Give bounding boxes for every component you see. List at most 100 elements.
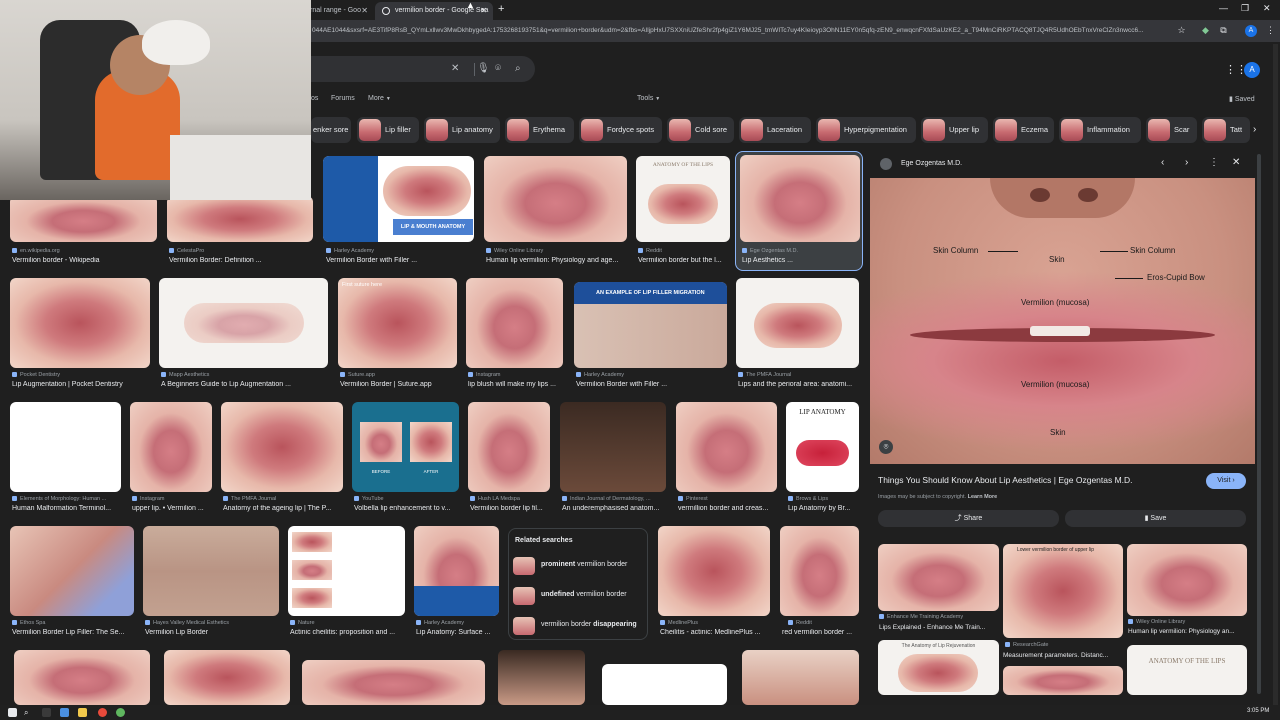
- tools-button[interactable]: Tools ▼: [637, 95, 660, 102]
- result-title[interactable]: Vermilion Border with Filler ...: [326, 257, 476, 264]
- previous-icon[interactable]: ‹: [1161, 157, 1164, 168]
- file-explorer-icon[interactable]: [78, 708, 87, 717]
- task-view-icon[interactable]: [42, 708, 51, 717]
- tab-close-icon[interactable]: ✕: [480, 2, 487, 20]
- result-image[interactable]: [10, 196, 157, 242]
- preview-image[interactable]: [870, 178, 1255, 464]
- panel-title[interactable]: Things You Should Know About Lip Aesthet…: [878, 475, 1178, 485]
- result-image[interactable]: LIP ANATOMY: [786, 402, 859, 492]
- chip-lip-filler[interactable]: Lip filler: [357, 117, 419, 143]
- related-item[interactable]: undefined vermilion border: [513, 587, 627, 605]
- result-title[interactable]: lip blush will make my lips ...: [468, 381, 563, 388]
- chip-eczema[interactable]: Eczema: [993, 117, 1054, 143]
- related-image[interactable]: [878, 544, 999, 611]
- close-window-icon[interactable]: ✕: [1263, 3, 1271, 14]
- result-image[interactable]: [10, 402, 121, 492]
- close-panel-icon[interactable]: ✕: [1232, 157, 1240, 168]
- saved-link[interactable]: ▮ Saved: [1229, 95, 1255, 103]
- chip-upper-lip[interactable]: Upper lip: [921, 117, 988, 143]
- result-title[interactable]: Vermilion border lip fil...: [470, 505, 550, 512]
- visit-button[interactable]: Visit ›: [1206, 473, 1246, 489]
- related-image[interactable]: ANATOMY OF THE LIPS: [1127, 645, 1247, 695]
- maximize-icon[interactable]: ❐: [1241, 3, 1249, 14]
- minimize-icon[interactable]: —: [1219, 3, 1228, 13]
- result-title[interactable]: Vermilion border - Wikipedia: [12, 257, 157, 264]
- chrome-icon[interactable]: [98, 708, 107, 717]
- chip-scar[interactable]: Scar: [1146, 117, 1197, 143]
- result-title[interactable]: Human lip vermilion: Physiology and age.…: [486, 257, 626, 264]
- panel-source[interactable]: Ege Ozgentas M.D.: [901, 160, 962, 167]
- related-item[interactable]: prominent vermilion border: [513, 557, 627, 575]
- new-tab-button[interactable]: +: [498, 3, 504, 15]
- result-title[interactable]: Cheilitis - actinic: MedlinePlus ...: [660, 629, 770, 636]
- result-image[interactable]: [14, 650, 150, 705]
- chevron-right-icon[interactable]: ›: [1253, 124, 1256, 135]
- result-image[interactable]: [10, 278, 150, 368]
- panel-scrollbar[interactable]: [1257, 154, 1261, 694]
- windows-start-icon[interactable]: [8, 708, 17, 717]
- share-button[interactable]: ⤴ Share: [878, 510, 1059, 527]
- result-title[interactable]: Lip Anatomy by Br...: [788, 505, 859, 512]
- result-image[interactable]: [498, 650, 585, 705]
- result-title[interactable]: Vermilion Border | Suture.app: [340, 381, 457, 388]
- search-input[interactable]: ✕ 🎙 ⌾ ⌕: [310, 56, 535, 82]
- result-image[interactable]: [167, 196, 313, 242]
- result-image[interactable]: [159, 278, 328, 368]
- result-image[interactable]: [10, 526, 134, 616]
- result-image[interactable]: ANATOMY OF THE LIPS: [636, 156, 730, 242]
- related-image[interactable]: [1127, 544, 1247, 616]
- chip-fordyce-spots[interactable]: Fordyce spots: [579, 117, 662, 143]
- result-image[interactable]: [602, 664, 727, 705]
- chip-cold-sore[interactable]: Cold sore: [667, 117, 734, 143]
- related-title[interactable]: Lips Explained - Enhance Me Train...: [879, 624, 999, 631]
- tab-close-icon[interactable]: ✕: [361, 2, 368, 20]
- result-image[interactable]: [288, 526, 405, 616]
- page-scrollbar[interactable]: [1273, 44, 1278, 705]
- result-image[interactable]: [780, 526, 859, 616]
- chip-inflammation[interactable]: Inflammation: [1059, 117, 1141, 143]
- save-button[interactable]: ▮ Save: [1065, 510, 1246, 527]
- result-image[interactable]: [468, 402, 550, 492]
- more-options-icon[interactable]: ⋮: [1209, 157, 1219, 168]
- app-icon[interactable]: [116, 708, 125, 717]
- result-image[interactable]: [164, 650, 290, 705]
- microphone-icon[interactable]: 🎙: [477, 63, 490, 74]
- result-image[interactable]: [130, 402, 212, 492]
- chip-hyperpigmentation[interactable]: Hyperpigmentation: [816, 117, 916, 143]
- extensions-puzzle-icon[interactable]: ⧉: [1218, 25, 1229, 36]
- result-image[interactable]: AN EXAMPLE OF LIP FILLER MIGRATION: [574, 282, 727, 368]
- camera-lens-icon[interactable]: ⌾: [495, 63, 501, 74]
- result-title[interactable]: Vermilion Lip Border: [145, 629, 279, 636]
- result-title[interactable]: Lip Augmentation | Pocket Dentistry: [12, 381, 150, 388]
- result-title[interactable]: red vermilion border ...: [782, 629, 859, 636]
- profile-avatar[interactable]: A: [1245, 25, 1257, 37]
- chip-lip-anatomy[interactable]: Lip anatomy: [424, 117, 500, 143]
- related-title[interactable]: Human lip vermilion: Physiology an...: [1128, 628, 1246, 635]
- result-title[interactable]: An underemphasised anatom...: [562, 505, 666, 512]
- search-icon[interactable]: ⌕: [515, 63, 521, 74]
- result-image[interactable]: LIP & MOUTH ANATOMY: [323, 156, 474, 242]
- result-title[interactable]: Actinic cheilitis: proposition and ...: [290, 629, 405, 636]
- related-image[interactable]: Lower vermilion border of upper lip: [1003, 544, 1123, 638]
- related-image[interactable]: The Anatomy of Lip Rejuvenation: [878, 640, 999, 695]
- result-image[interactable]: [560, 402, 666, 492]
- browser-menu-icon[interactable]: ⋮: [1265, 25, 1276, 36]
- related-item[interactable]: vermilion border disappearing: [513, 617, 637, 635]
- clear-icon[interactable]: ✕: [451, 63, 459, 74]
- result-image[interactable]: [466, 278, 563, 368]
- result-image[interactable]: [484, 156, 627, 242]
- extension-icon[interactable]: ◆: [1200, 25, 1211, 36]
- result-title[interactable]: Volbella lip enhancement to v...: [354, 505, 459, 512]
- result-title[interactable]: vermillion border and creas...: [678, 505, 777, 512]
- result-title[interactable]: Vermilion Border: Definition ...: [169, 257, 314, 264]
- nav-tab-videos[interactable]: os: [311, 95, 318, 102]
- result-image[interactable]: [742, 650, 859, 705]
- result-title[interactable]: Lip Anatomy: Surface ...: [416, 629, 499, 636]
- result-image[interactable]: [302, 660, 485, 705]
- address-bar[interactable]: 044AE1044&sxsrf=AE3TifP8RsB_QYmLxllwv3Mw…: [312, 23, 1177, 39]
- chip-tattoo[interactable]: Tatt: [1202, 117, 1250, 143]
- result-image[interactable]: [143, 526, 279, 616]
- result-image[interactable]: [221, 402, 343, 492]
- chip-erythema[interactable]: Erythema: [505, 117, 574, 143]
- lens-icon[interactable]: ⌾: [879, 440, 893, 454]
